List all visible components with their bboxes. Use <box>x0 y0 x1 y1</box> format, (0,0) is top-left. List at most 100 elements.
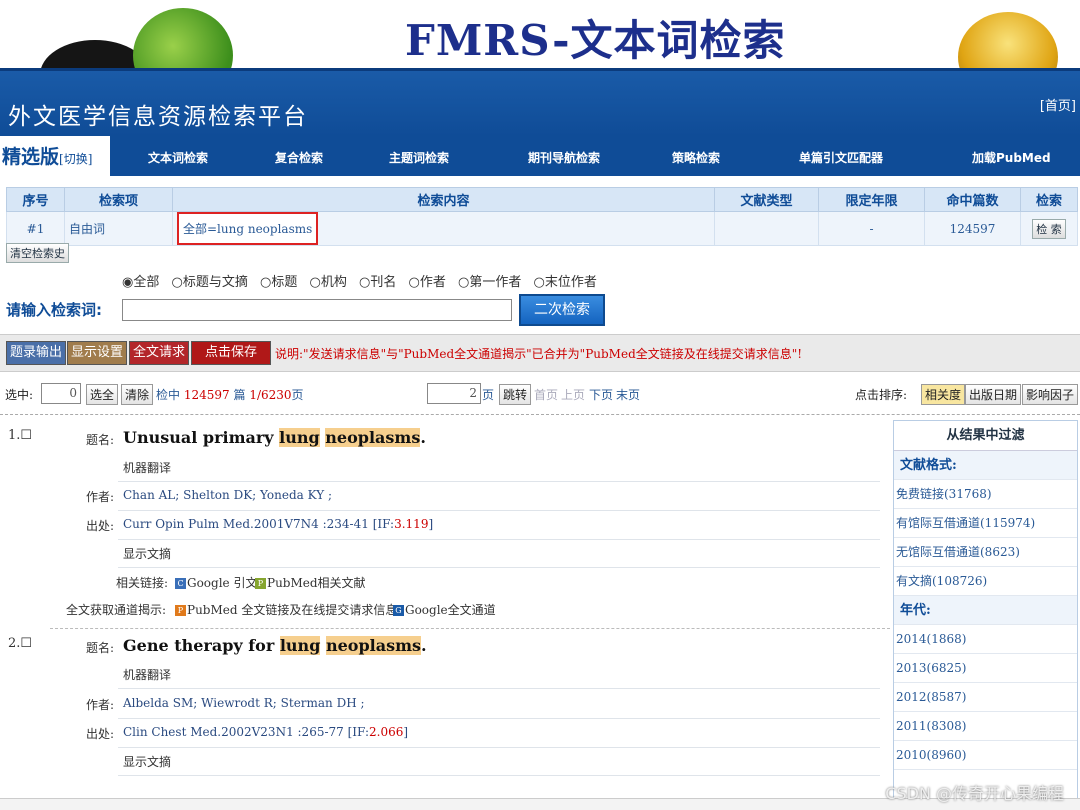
edition-switch-link[interactable]: [切换] <box>59 152 92 166</box>
goto-unit: 页 <box>482 388 495 402</box>
next-page-link[interactable]: 下页 <box>589 386 613 403</box>
radio-first-author[interactable]: ○第一作者 <box>458 275 525 290</box>
record-authors[interactable]: Albelda SM; Wiewrodt R; Sterman DH ; <box>123 696 365 710</box>
history-num: #1 <box>6 211 65 246</box>
clear-selection-button[interactable]: 清除 <box>121 384 154 405</box>
filter-year-label: 年代: <box>894 596 1077 625</box>
nav-citation-matcher[interactable]: 单篇引文匹配器 <box>799 149 883 166</box>
last-page-link[interactable]: 末页 <box>616 386 640 403</box>
select-all-button[interactable]: 选全 <box>86 384 119 405</box>
record-title[interactable]: Gene therapy for lung neoplasms. <box>123 636 427 655</box>
nav-load-pubmed[interactable]: 加载PubMed <box>972 149 1051 166</box>
record-title[interactable]: Unusual primary lung neoplasms. <box>123 428 426 447</box>
scope-radio-group: ◉全部 ○标题与文摘 ○标题 ○机构 ○刊名 ○作者 ○第一作者 ○末位作者 <box>122 271 605 290</box>
save-button[interactable]: 点击保存 <box>191 341 271 365</box>
filter-format-item[interactable]: 免费链接(31768) <box>894 480 1077 509</box>
filter-format-item[interactable]: 无馆际互借通道(8623) <box>894 538 1077 567</box>
main-nav: 精选版[切换] 文本词检索 复合检索 主题词检索 期刊导航检索 策略检索 单篇引… <box>0 136 1080 176</box>
selected-count: 0 <box>41 383 81 404</box>
show-abstract-link[interactable]: 显示文摘 <box>123 753 171 770</box>
google-fulltext-link[interactable]: G Google全文通道 <box>393 601 496 618</box>
show-abstract-link[interactable]: 显示文摘 <box>123 545 171 562</box>
display-settings-button[interactable]: 显示设置 <box>67 341 128 365</box>
filter-year-item[interactable]: 2012(8587) <box>894 683 1077 712</box>
pubmed-related-link[interactable]: P PubMed相关文献 <box>255 574 366 591</box>
radio-affiliation[interactable]: ○机构 <box>310 275 351 290</box>
record-separator <box>118 747 880 748</box>
record-source-label: 出处: <box>85 519 114 533</box>
google-icon: C <box>175 578 186 589</box>
prev-page-link[interactable]: 上页 <box>561 386 585 403</box>
nav-mesh-search[interactable]: 主题词检索 <box>389 149 449 166</box>
google-citation-link[interactable]: C Google 引文 <box>175 574 257 591</box>
record-authors[interactable]: Chan AL; Shelton DK; Yoneda KY ; <box>123 488 332 502</box>
goto-button[interactable]: 跳转 <box>499 384 532 405</box>
watermark: CSDN @传奇开心果编程 <box>885 784 1064 803</box>
filter-year-item[interactable]: 2013(6825) <box>894 654 1077 683</box>
filter-format-item[interactable]: 有文摘(108726) <box>894 567 1077 596</box>
record-title-label: 题名: <box>85 641 114 655</box>
filter-year-item[interactable]: 2011(8308) <box>894 712 1077 741</box>
divider <box>0 414 1080 415</box>
edition-switch: 精选版[切换] <box>0 136 110 176</box>
col-header-field: 检索项 <box>64 187 173 212</box>
history-years: - <box>818 211 925 246</box>
sort-impact-button[interactable]: 影响因子 <box>1022 384 1079 405</box>
radio-all[interactable]: ◉全部 <box>122 275 163 290</box>
sort-relevance-button[interactable]: 相关度 <box>921 384 966 405</box>
record-source-label: 出处: <box>85 727 114 741</box>
table-row: #1 自由词 全部=lung neoplasms - 124597 检 索 <box>6 211 1078 246</box>
related-links-label: 相关链接: <box>115 576 168 590</box>
result-filter-panel: 从结果中过滤 文献格式: 免费链接(31768) 有馆际互借通道(115974)… <box>893 420 1078 810</box>
record-separator <box>118 718 880 719</box>
record-divider <box>50 628 890 629</box>
goto-page-input[interactable]: 2 <box>427 383 481 404</box>
filter-year-item[interactable]: 2014(1868) <box>894 625 1077 654</box>
hits-summary: 检中 124597 篇 1/6230页 <box>156 388 304 402</box>
history-doctype <box>714 211 819 246</box>
record-separator <box>118 688 880 689</box>
slide-title: FMRS-文本词检索 <box>405 16 786 65</box>
record-source: Clin Chest Med.2002V23N1 :265-77 [IF:2.0… <box>123 725 409 739</box>
pubmed-fulltext-link[interactable]: P PubMed 全文链接及在线提交请求信息 <box>175 601 397 618</box>
filter-format-label: 文献格式: <box>894 451 1077 480</box>
record-title-label: 题名: <box>85 433 114 447</box>
fulltext-channel-label: 全文获取通道揭示: <box>65 603 166 617</box>
edition-label: 精选版 <box>2 146 60 168</box>
radio-title[interactable]: ○标题 <box>260 275 301 290</box>
col-header-doctype: 文献类型 <box>714 187 819 212</box>
record-separator <box>118 539 880 540</box>
record-author-label: 作者: <box>85 490 114 504</box>
filter-format-item[interactable]: 有馆际互借通道(115974) <box>894 509 1077 538</box>
radio-title-abstract[interactable]: ○标题与文摘 <box>172 275 252 290</box>
history-query[interactable]: 全部=lung neoplasms <box>177 212 319 245</box>
nav-compound-search[interactable]: 复合检索 <box>275 149 323 166</box>
action-bar: 题录输出 显示设置 全文请求 点击保存 说明:"发送请求信息"与"PubMed全… <box>0 334 1080 372</box>
radio-author[interactable]: ○作者 <box>409 275 450 290</box>
radio-journal[interactable]: ○刊名 <box>359 275 400 290</box>
sort-date-button[interactable]: 出版日期 <box>965 384 1022 405</box>
filter-year-item[interactable]: 2010(8960) <box>894 741 1077 770</box>
record-separator <box>118 567 880 568</box>
col-header-action: 检索 <box>1020 187 1078 212</box>
col-header-num: 序号 <box>6 187 65 212</box>
query-input[interactable] <box>122 299 512 321</box>
nav-strategy-search[interactable]: 策略检索 <box>672 149 720 166</box>
pubmed-icon: P <box>255 578 266 589</box>
fulltext-request-button[interactable]: 全文请求 <box>129 341 190 365</box>
machine-translate-link[interactable]: 机器翻译 <box>123 666 171 683</box>
nav-text-search[interactable]: 文本词检索 <box>148 149 208 166</box>
sort-label: 点击排序: <box>855 388 908 402</box>
slide-header: FMRS-文本词检索 <box>0 0 1080 110</box>
nav-journal-search[interactable]: 期刊导航检索 <box>528 149 600 166</box>
home-link[interactable]: [首页] <box>1040 95 1076 114</box>
clear-history-button[interactable]: 清空检索史 <box>6 243 69 263</box>
machine-translate-link[interactable]: 机器翻译 <box>123 459 171 476</box>
first-page-link[interactable]: 首页 <box>534 386 558 403</box>
radio-last-author[interactable]: ○末位作者 <box>534 275 601 290</box>
export-button[interactable]: 题录输出 <box>6 341 67 365</box>
second-search-button[interactable]: 二次检索 <box>519 294 605 326</box>
platform-banner: 外文医学信息资源检索平台 [首页] <box>0 68 1080 136</box>
record-separator <box>118 481 880 482</box>
history-search-button[interactable]: 检 索 <box>1032 218 1066 239</box>
